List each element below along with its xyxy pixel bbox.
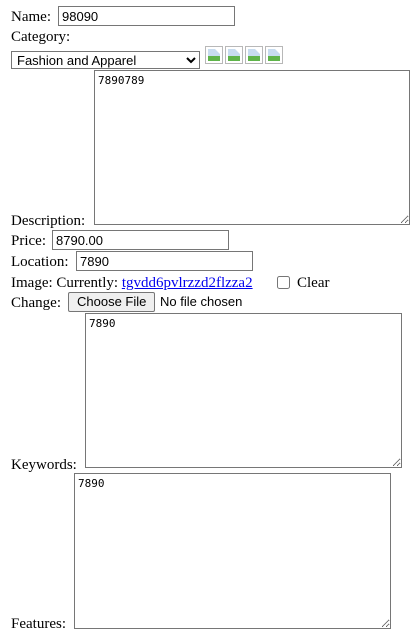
current-image-link[interactable]: tgvdd6pvlrzzd2flzza2 [122,275,253,291]
location-input[interactable] [76,251,253,271]
location-label: Location: [11,254,69,270]
image-row: Image: Currently: tgvdd6pvlrzzd2flzza2 [11,274,253,292]
category-select[interactable]: Fashion and Apparel [11,51,200,69]
category-label: Category: [11,29,71,45]
file-status: No file chosen [160,294,243,309]
clear-image-checkbox[interactable] [277,276,290,289]
features-textarea[interactable]: 7890 [74,473,391,629]
clear-label: Clear [297,275,330,291]
keywords-label: Keywords: [11,457,77,473]
change-label: Change: [11,295,61,311]
description-textarea[interactable]: 7890789 [94,70,410,225]
name-input[interactable] [58,6,235,26]
keywords-textarea[interactable]: 7890 [85,313,402,468]
broken-image-icon[interactable] [245,46,263,64]
currently-label: Currently: [56,275,119,291]
price-input[interactable] [52,230,229,250]
broken-image-icon[interactable] [225,46,243,64]
broken-image-icon[interactable] [265,46,283,64]
broken-image-icon[interactable] [205,46,223,64]
name-label: Name: [11,9,51,25]
description-label: Description: [11,213,86,229]
features-label: Features: [11,616,66,632]
choose-file-button[interactable]: Choose File [68,292,156,312]
price-label: Price: [11,233,46,249]
image-label: Image: [11,275,53,291]
